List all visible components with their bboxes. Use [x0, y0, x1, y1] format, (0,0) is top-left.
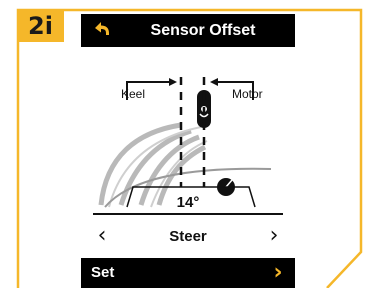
next-arrow-icon[interactable]: › [261, 224, 287, 250]
back-arrow-icon[interactable] [91, 20, 113, 40]
keel-label: Keel [121, 87, 146, 101]
set-button[interactable]: Set › [81, 258, 295, 288]
divider [93, 213, 283, 215]
boat-diagram-graphic [98, 77, 272, 208]
page-title: Sensor Offset [150, 22, 256, 39]
set-button-label: Set [91, 264, 115, 281]
mode-selector: ‹ Steer › [81, 224, 295, 250]
sensor-offset-diagram [81, 47, 295, 209]
device-screen: Sensor Offset Keel Motor 14° ‹ Steer › S… [81, 14, 295, 288]
mode-label: Steer [169, 228, 207, 245]
motor-label: Motor [232, 87, 263, 101]
step-badge: 2i [17, 10, 64, 42]
offset-angle-value: 14° [176, 194, 200, 211]
title-bar: Sensor Offset [81, 14, 295, 47]
chevron-right-icon: › [273, 260, 283, 285]
